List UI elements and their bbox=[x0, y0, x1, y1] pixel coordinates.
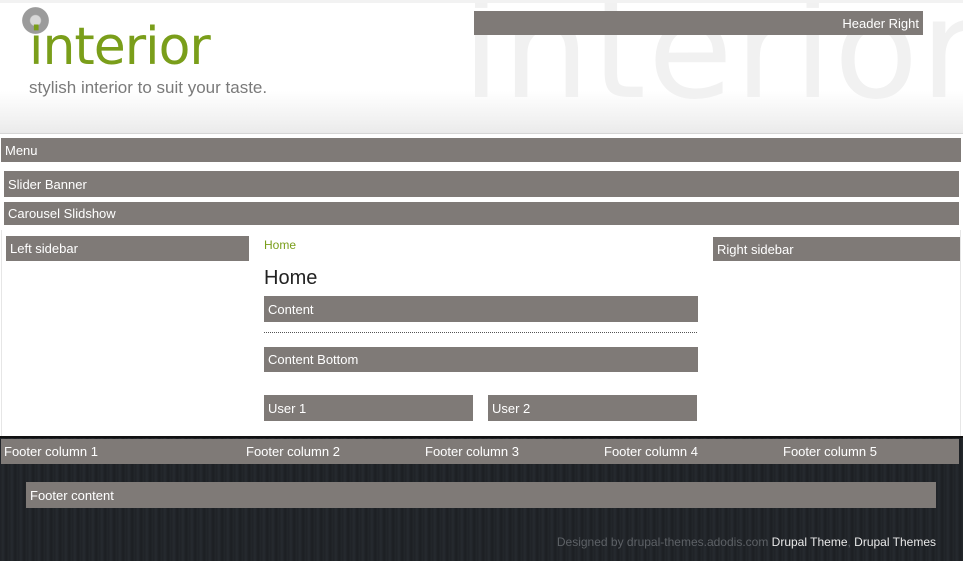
header-divider bbox=[0, 133, 963, 134]
left-sidebar-region: Left sidebar bbox=[6, 236, 249, 261]
drupal-theme-link[interactable]: Drupal Theme bbox=[772, 535, 848, 549]
credits-designed-by: Designed by drupal-themes.adodis.com bbox=[556, 535, 769, 549]
footer-credits: Designed by drupal-themes.adodis.com Dru… bbox=[557, 535, 936, 549]
header-right-region: Header Right bbox=[474, 11, 923, 35]
footer-column-1: Footer column 1 bbox=[4, 444, 98, 459]
site-header: interior interior stylish interior to su… bbox=[0, 0, 963, 134]
right-sidebar-region: Right sidebar bbox=[713, 237, 960, 261]
footer-column-5: Footer column 5 bbox=[783, 444, 877, 459]
content-bottom-region: Content Bottom bbox=[264, 347, 698, 372]
breadcrumb-home-link[interactable]: Home bbox=[264, 238, 296, 252]
carousel-slideshow-region: Carousel Slidshow bbox=[4, 202, 959, 225]
footer-column-3: Footer column 3 bbox=[425, 444, 519, 459]
main-menu[interactable]: Menu bbox=[1, 138, 961, 162]
footer-column-4: Footer column 4 bbox=[604, 444, 698, 459]
content-region: Content bbox=[264, 296, 698, 322]
content-divider bbox=[264, 332, 697, 333]
footer-content-region: Footer content bbox=[26, 482, 936, 508]
footer-columns-bar: Footer column 1 Footer column 2 Footer c… bbox=[1, 439, 959, 464]
footer-column-2: Footer column 2 bbox=[246, 444, 340, 459]
user2-region: User 2 bbox=[488, 395, 697, 421]
drupal-themes-link[interactable]: Drupal Themes bbox=[854, 535, 936, 549]
user1-region: User 1 bbox=[264, 395, 473, 421]
page-title: Home bbox=[264, 267, 318, 289]
site-slogan: stylish interior to suit your taste. bbox=[29, 78, 268, 97]
slider-banner-region: Slider Banner bbox=[4, 171, 959, 197]
site-logo[interactable]: interior bbox=[29, 17, 211, 77]
